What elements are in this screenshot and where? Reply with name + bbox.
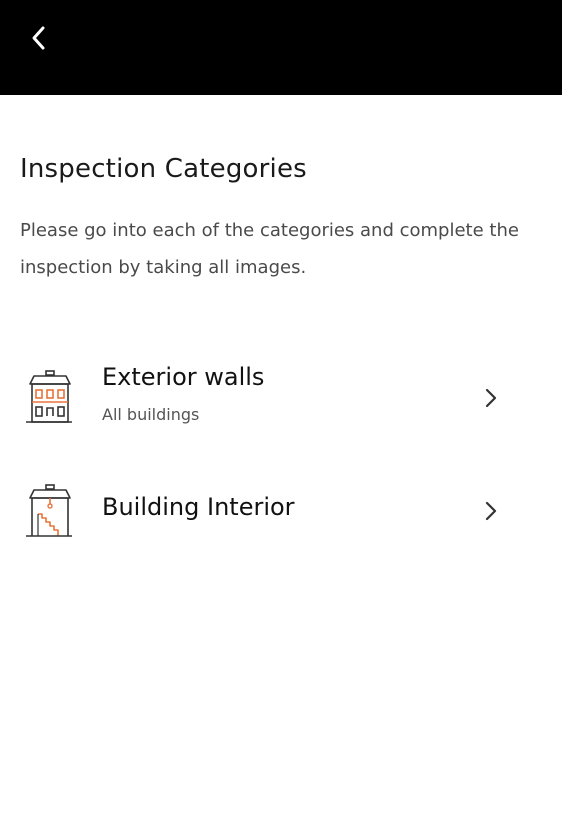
back-button[interactable] [22, 22, 54, 54]
category-title: Exterior walls [102, 363, 265, 391]
page-description: Please go into each of the categories an… [20, 220, 519, 278]
building-exterior-icon [26, 370, 72, 423]
top-bar [0, 0, 562, 95]
chevron-right-icon [485, 388, 497, 408]
category-subtitle: All buildings [102, 405, 200, 424]
category-building-interior[interactable]: Building Interior [0, 484, 562, 574]
chevron-left-icon [32, 26, 45, 50]
category-exterior-walls[interactable]: Exterior walls All buildings [0, 354, 562, 444]
page-title: Inspection Categories [20, 154, 307, 184]
building-interior-icon [26, 484, 72, 537]
category-title: Building Interior [102, 493, 295, 521]
chevron-right-icon [485, 501, 497, 521]
